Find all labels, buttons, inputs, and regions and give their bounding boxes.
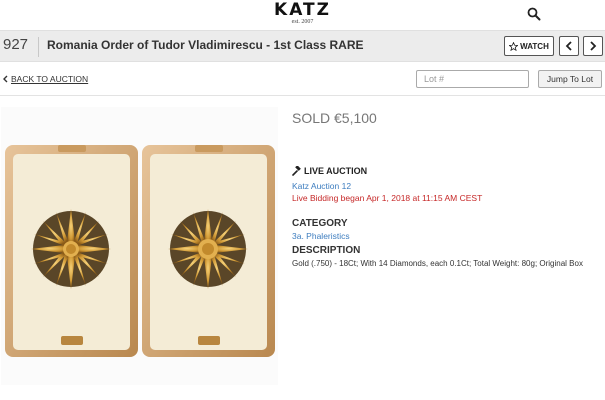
description-heading: DESCRIPTION: [292, 245, 361, 256]
logo-wordmark: KATZ: [274, 0, 331, 20]
back-to-auction-link[interactable]: BACK TO AUCTION: [3, 74, 88, 84]
logo-tagline: est. 2007: [291, 19, 314, 25]
chevron-left-icon: [565, 41, 572, 51]
watch-label: WATCH: [520, 41, 549, 51]
live-auction-label: LIVE AUCTION: [304, 166, 368, 176]
site-logo[interactable]: KATZ est. 2007: [0, 2, 605, 26]
auction-nav-row: BACK TO AUCTION Jump To Lot: [0, 62, 605, 96]
category-heading: CATEGORY: [292, 218, 348, 229]
jump-to-lot-button[interactable]: Jump To Lot: [538, 70, 602, 88]
previous-lot-button[interactable]: [559, 36, 579, 56]
chevron-left-icon: [3, 75, 8, 83]
description-text: Gold (.750) - 18Ct; With 14 Diamonds, ea…: [292, 259, 583, 268]
lot-number: 927: [3, 36, 29, 53]
divider: [38, 37, 39, 57]
live-auction-heading: LIVE AUCTION: [292, 166, 367, 176]
site-header: KATZ est. 2007: [0, 0, 605, 30]
auction-name-link[interactable]: Katz Auction 12: [292, 181, 351, 191]
category-link[interactable]: 3a. Phaleristics: [292, 231, 350, 241]
search-icon[interactable]: [527, 7, 541, 21]
watch-button[interactable]: WATCH: [504, 36, 554, 56]
lot-number-input[interactable]: [416, 70, 529, 88]
bidding-start-text: Live Bidding began Apr 1, 2018 at 11:15 …: [292, 193, 483, 203]
back-label: BACK TO AUCTION: [11, 74, 89, 84]
sold-price: SOLD €5,100: [292, 110, 377, 126]
next-lot-button[interactable]: [583, 36, 603, 56]
page-title: Romania Order of Tudor Vladimirescu - 1s…: [47, 38, 364, 52]
medal-box-image: [5, 145, 275, 357]
lot-photo[interactable]: [1, 107, 278, 385]
gavel-icon: [292, 166, 301, 176]
lot-title-bar: 927 Romania Order of Tudor Vladimirescu …: [0, 30, 605, 62]
chevron-right-icon: [590, 41, 597, 51]
star-icon: [509, 41, 519, 51]
